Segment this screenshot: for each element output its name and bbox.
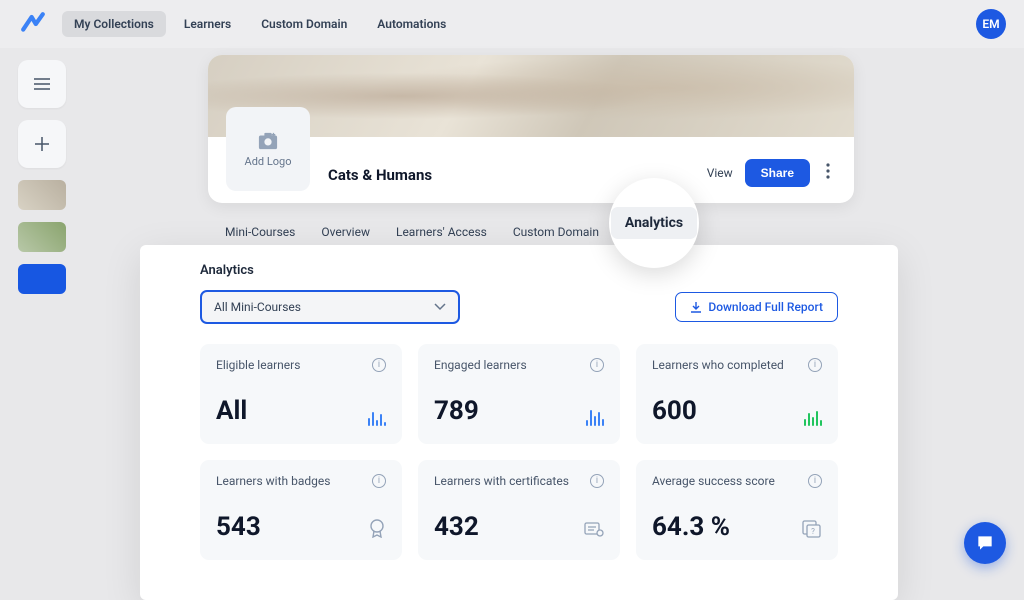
nav-learners[interactable]: Learners [172,11,243,37]
metric-value: 600 [652,396,697,426]
analytics-tab-highlight: Analytics [609,178,699,268]
camera-icon [257,131,279,151]
collection-title: Cats & Humans [328,166,432,184]
metric-completed-learners: Learners who completed i 600 [636,344,838,444]
analytics-panel: Analytics All Mini-Courses Download Full… [140,245,898,600]
metric-value: 543 [216,512,261,542]
nav-my-collections[interactable]: My Collections [62,11,166,37]
download-report-label: Download Full Report [708,300,823,314]
collection-thumb-3[interactable] [18,264,66,294]
metric-label: Learners with certificates [434,474,569,488]
dropdown-selected-label: All Mini-Courses [214,300,301,314]
metric-label: Learners with badges [216,474,330,488]
chat-widget-button[interactable] [964,522,1006,564]
metric-label: Learners who completed [652,358,784,372]
chevron-down-icon [434,303,446,311]
metric-value: 789 [434,396,479,426]
add-button[interactable] [18,120,66,168]
share-button[interactable]: Share [745,159,810,187]
nav-custom-domain[interactable]: Custom Domain [249,11,359,37]
kebab-icon [826,163,830,179]
analytics-title: Analytics [200,263,838,278]
tab-custom-domain[interactable]: Custom Domain [511,221,601,243]
bars-icon [368,408,386,426]
metric-label: Eligible learners [216,358,300,372]
bars-icon [586,408,604,426]
download-report-button[interactable]: Download Full Report [675,292,838,322]
course-filter-dropdown[interactable]: All Mini-Courses [200,290,460,324]
collection-tabs: Mini-Courses Overview Learners' Access C… [223,221,854,243]
metric-engaged-learners: Engaged learners i 789 [418,344,620,444]
more-options-button[interactable] [822,159,834,187]
bars-icon [804,408,822,426]
tab-mini-courses[interactable]: Mini-Courses [223,221,297,243]
app-logo[interactable] [18,9,48,39]
add-logo-label: Add Logo [245,155,292,168]
download-icon [690,301,702,313]
info-icon[interactable]: i [808,474,822,488]
metric-learners-badges: Learners with badges i 543 [200,460,402,560]
badge-icon [368,518,386,542]
metric-value: 432 [434,512,479,542]
metric-learners-certificates: Learners with certificates i 432 [418,460,620,560]
info-icon[interactable]: i [372,358,386,372]
collection-header-card: Add Logo Cats & Humans View Share [208,55,854,203]
metric-label: Engaged learners [434,358,527,372]
side-rail [18,55,78,582]
metric-value: All [216,396,247,426]
nav-automations[interactable]: Automations [365,11,458,37]
chat-icon [975,533,995,553]
metric-label: Average success score [652,474,775,488]
metric-success-score: Average success score i 64.3 % ? [636,460,838,560]
tab-analytics[interactable]: Analytics [611,207,697,239]
info-icon[interactable]: i [590,358,604,372]
collection-thumb-1[interactable] [18,180,66,210]
info-icon[interactable]: i [590,474,604,488]
metric-value: 64.3 % [652,512,730,542]
tab-overview[interactable]: Overview [319,221,372,243]
info-icon[interactable]: i [808,358,822,372]
user-avatar[interactable]: EM [976,9,1006,39]
info-icon[interactable]: i [372,474,386,488]
add-logo-button[interactable]: Add Logo [226,107,310,191]
menu-button[interactable] [18,60,66,108]
certificate-icon [584,522,604,542]
view-link[interactable]: View [707,166,733,180]
score-icon: ? [802,520,822,542]
metric-eligible-learners: Eligible learners i All [200,344,402,444]
collection-thumb-2[interactable] [18,222,66,252]
tab-learners-access[interactable]: Learners' Access [394,221,489,243]
svg-text:?: ? [811,527,815,536]
top-navigation: My Collections Learners Custom Domain Au… [0,0,1024,48]
